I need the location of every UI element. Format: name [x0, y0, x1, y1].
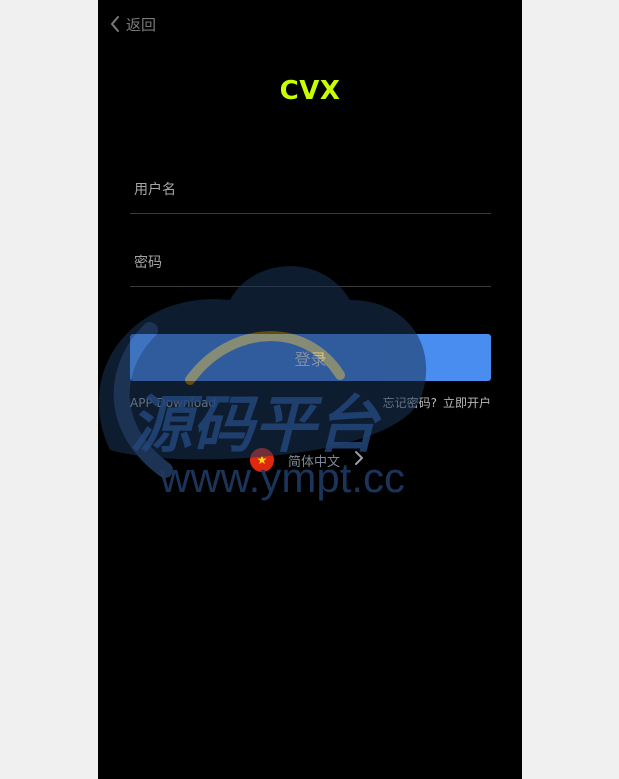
back-label[interactable]: 返回	[126, 14, 156, 35]
login-screen: 返回 CVX 登录 APP Download 忘记密码? 立即开户 ★ 简体中文	[98, 0, 522, 779]
account-links: 忘记密码? 立即开户	[383, 394, 491, 411]
register-link[interactable]: 立即开户	[443, 394, 491, 411]
app-download-link[interactable]: APP Download	[130, 396, 216, 410]
password-field-wrapper	[130, 240, 491, 287]
username-input[interactable]	[134, 177, 487, 203]
language-selector[interactable]: ★ 简体中文	[250, 448, 364, 472]
forgot-password-link[interactable]: 忘记密码?	[383, 394, 437, 411]
chevron-right-icon	[354, 450, 364, 470]
back-nav[interactable]: 返回	[110, 12, 156, 36]
chevron-left-icon[interactable]	[110, 15, 120, 33]
password-input[interactable]	[134, 250, 487, 276]
china-flag-icon: ★	[250, 448, 274, 472]
language-label: 简体中文	[288, 454, 341, 470]
auth-links: APP Download 忘记密码? 立即开户	[130, 394, 491, 411]
login-button[interactable]: 登录	[130, 334, 491, 381]
app-title: CVX	[279, 76, 341, 106]
username-field-wrapper	[130, 167, 491, 214]
